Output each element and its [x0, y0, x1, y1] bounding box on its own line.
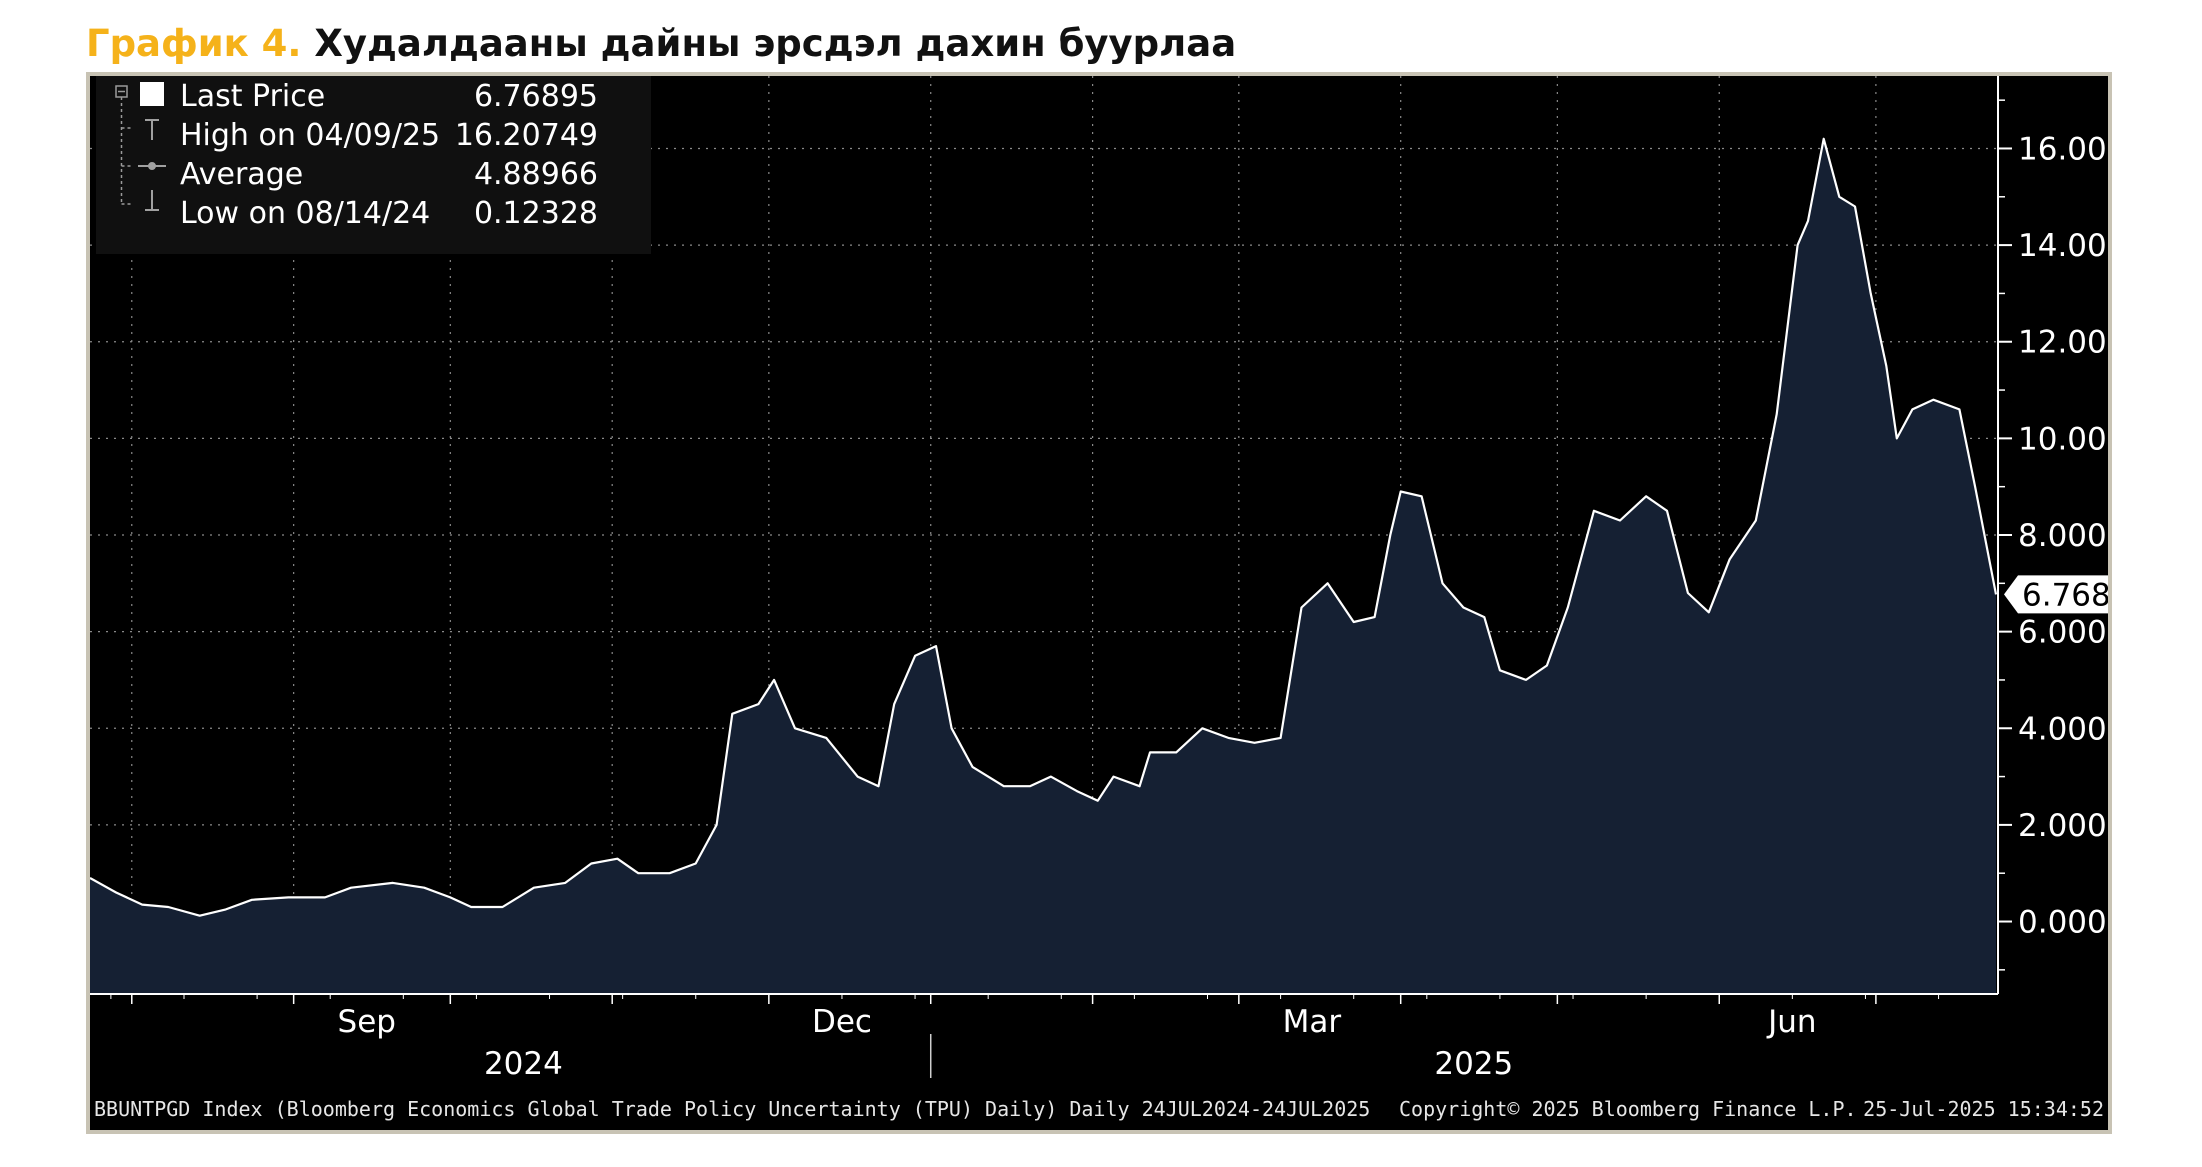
y-tick-label: 14.00000: [2018, 228, 2108, 264]
year-label: 2024: [484, 1046, 563, 1082]
figure-title: График 4. Худалдааны дайны эрсдэл дахин …: [86, 16, 1236, 72]
x-tick-label: Mar: [1283, 1004, 1342, 1040]
chart-frame: 0.00000 2.00000 4.00000 6.00000 8.00000 10.00…: [86, 72, 2112, 1134]
year-label: 2025: [1434, 1046, 1513, 1082]
x-tick-label: Jun: [1766, 1004, 1816, 1040]
y-tick-label: 2.00000: [2018, 808, 2108, 844]
y-tick-label: 10.00000: [2018, 421, 2108, 457]
last-price-tag: 6.76895: [2004, 575, 2108, 614]
x-tick-label: Sep: [338, 1004, 396, 1040]
legend-label-high: High on 04/09/25: [180, 118, 440, 153]
footer-timestamp: 25-Jul-2025 15:34:52: [1863, 1097, 2104, 1121]
x-tick-label: Dec: [812, 1004, 872, 1040]
last-price-tag-label: 6.76895: [2022, 577, 2108, 613]
figure-title-prefix: График 4.: [86, 22, 302, 65]
legend-label-low: Low on 08/14/24: [180, 196, 430, 231]
footer-source: BBUNTPGD Index (Bloomberg Economics Glob…: [94, 1097, 1370, 1121]
legend-box: Last Price High on 04/09/25 Average Low …: [96, 76, 651, 254]
figure-title-text: Худалдааны дайны эрсдэл дахин буурлаа: [314, 22, 1237, 65]
y-tick-label: 4.00000: [2018, 711, 2108, 747]
legend-label-average: Average: [180, 157, 303, 192]
last-price-square-icon: [140, 82, 164, 106]
y-tick-label: 6.00000: [2018, 615, 2108, 651]
y-tick-label: 0.00000: [2018, 905, 2108, 941]
legend-label-last: Last Price: [180, 79, 325, 114]
legend-value-high: 16.20749: [455, 118, 598, 153]
footer-copyright: Copyright© 2025 Bloomberg Finance L.P.: [1399, 1097, 1857, 1121]
y-tick-label: 8.00000: [2018, 518, 2108, 554]
legend-value-last: 6.76895: [474, 79, 598, 114]
legend-value-average: 4.88966: [474, 157, 598, 192]
y-tick-label: 16.00000: [2018, 131, 2108, 167]
y-tick-label: 12.00000: [2018, 325, 2108, 361]
price-chart: 0.00000 2.00000 4.00000 6.00000 8.00000 10.00…: [90, 76, 2108, 1121]
legend-value-low: 0.12328: [474, 196, 598, 231]
